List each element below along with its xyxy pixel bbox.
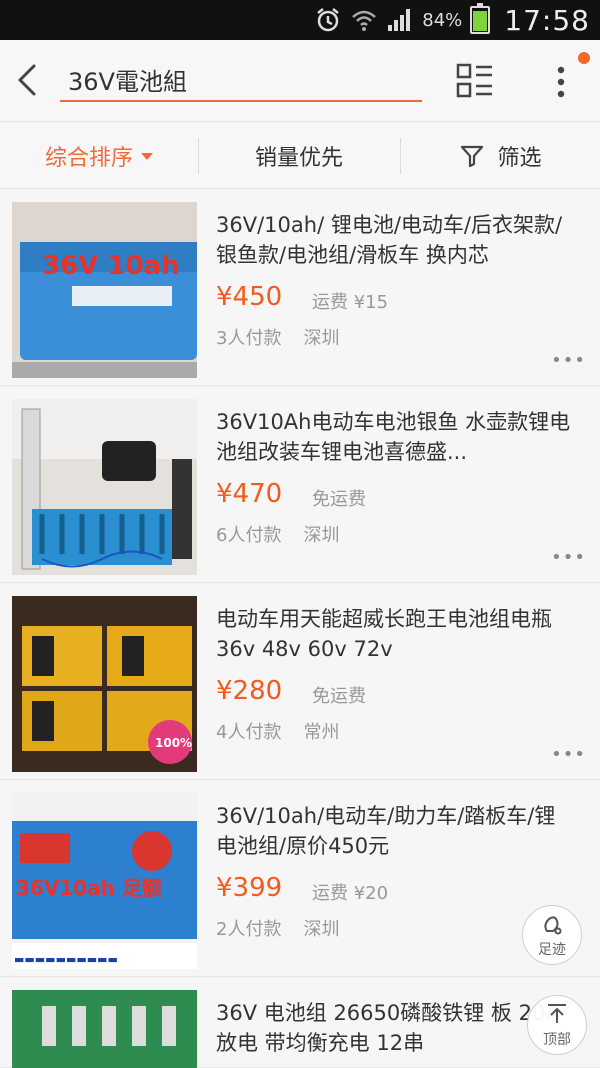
seller-city: 深圳	[303, 328, 340, 349]
product-title[interactable]: 36V 电池组 26650磷酸铁锂 板 20A放电 带均衡充电 12串	[216, 998, 576, 1058]
product-title[interactable]: 36V/10ah/ 锂电池/电动车/后衣架款/银鱼款/电池组/滑板车 换内芯	[216, 210, 576, 270]
more-menu-button[interactable]	[546, 60, 576, 104]
filter-icon	[461, 145, 484, 168]
product-meta: 3人付款 深圳	[216, 324, 339, 350]
list-view-toggle[interactable]	[456, 62, 496, 100]
product-card[interactable]: 36V 10ah 36V/10ah/ 锂电池/电动车/后衣架款/银鱼款/电池组/…	[0, 190, 600, 386]
product-meta: 4人付款 常州	[216, 718, 339, 744]
product-card[interactable]: 36V 电池组 26650磷酸铁锂 板 20A放电 带均衡充电 12串	[0, 978, 600, 1068]
clock: 17:58	[504, 3, 590, 37]
shipping-fee: 免运费	[312, 489, 366, 510]
top-label: 顶部	[543, 1032, 571, 1048]
product-thumbnail[interactable]	[12, 990, 197, 1068]
caret-down-icon	[141, 152, 153, 160]
product-card[interactable]: 100% 电动车用天能超威长跑王电池组电瓶 36v 48v 60v 72v ¥2…	[0, 584, 600, 780]
sort-bar: 综合排序 销量优先 筛选	[0, 123, 600, 189]
product-thumbnail[interactable]: 36V10ah 足额 ▬▬▬▬▬▬▬▬▬▬	[12, 793, 197, 969]
buyer-count: 4人付款	[216, 722, 282, 743]
product-thumbnail[interactable]: 36V 10ah	[12, 202, 197, 378]
buyer-count: 6人付款	[216, 525, 282, 546]
signal-icon	[386, 7, 414, 33]
battery-percent: 84%	[422, 9, 463, 31]
buyer-count: 2人付款	[216, 919, 282, 940]
tab-filter[interactable]: 筛选	[401, 123, 600, 189]
back-to-top-button[interactable]: 顶部	[527, 995, 587, 1055]
product-meta: 2人付款 深圳	[216, 915, 339, 941]
back-button[interactable]	[12, 60, 48, 100]
alarm-icon	[314, 7, 342, 33]
footprint-button[interactable]: 足迹	[522, 905, 582, 965]
seller-city: 深圳	[303, 525, 340, 546]
tab-sales-first[interactable]: 销量优先	[199, 123, 399, 189]
product-thumbnail[interactable]	[12, 399, 197, 575]
wifi-icon	[350, 7, 378, 33]
tab-sales-first-label: 销量优先	[254, 146, 343, 171]
tab-comprehensive-sort[interactable]: 综合排序	[0, 123, 198, 189]
seller-city: 深圳	[303, 919, 340, 940]
more-vertical-icon	[557, 66, 565, 98]
svg-text:▬▬▬▬▬▬▬▬▬▬: ▬▬▬▬▬▬▬▬▬▬	[14, 953, 118, 966]
product-card[interactable]: 36V10Ah电动车电池银鱼 水壶款锂电池组改装车锂电池喜德盛... ¥470 …	[0, 387, 600, 583]
product-price: ¥450	[216, 282, 283, 312]
search-input[interactable]	[60, 58, 422, 102]
chevron-left-icon	[18, 64, 36, 96]
product-thumbnail[interactable]: 100%	[12, 596, 197, 772]
product-card[interactable]: 36V10ah 足额 ▬▬▬▬▬▬▬▬▬▬ 36V/10ah/电动车/助力车/踏…	[0, 781, 600, 977]
product-price: ¥399	[216, 873, 283, 903]
shipping-fee: 运费 ¥15	[312, 292, 389, 313]
product-meta: 6人付款 深圳	[216, 521, 339, 547]
product-thumb-label: 100%	[155, 736, 192, 750]
more-dots-icon[interactable]: •••	[551, 744, 586, 765]
status-bar: 84% 17:58	[0, 0, 600, 40]
tab-comprehensive-sort-label: 综合排序	[44, 146, 133, 171]
more-dots-icon[interactable]: •••	[551, 547, 586, 568]
battery-icon	[470, 3, 491, 34]
notification-dot	[578, 52, 590, 64]
shipping-fee: 运费 ¥20	[312, 883, 389, 904]
seller-city: 常州	[303, 722, 340, 743]
footprint-label: 足迹	[538, 942, 566, 958]
product-title[interactable]: 36V10Ah电动车电池银鱼 水壶款锂电池组改装车锂电池喜德盛...	[216, 407, 576, 467]
shipping-fee: 免运费	[312, 686, 366, 707]
arrow-up-icon	[548, 1004, 566, 1023]
tab-filter-label: 筛选	[497, 146, 542, 171]
buyer-count: 3人付款	[216, 328, 282, 349]
product-price: ¥280	[216, 676, 283, 706]
product-price: ¥470	[216, 479, 283, 509]
product-thumb-label: 36V10ah 足额	[16, 876, 162, 900]
product-thumb-label: 36V 10ah	[42, 251, 180, 281]
product-title[interactable]: 36V/10ah/电动车/助力车/踏板车/锂电池组/原价450元	[216, 801, 576, 861]
footprint-icon	[544, 916, 562, 935]
more-dots-icon[interactable]: •••	[551, 350, 586, 371]
search-header	[0, 40, 600, 122]
product-title[interactable]: 电动车用天能超威长跑王电池组电瓶 36v 48v 60v 72v	[216, 604, 576, 664]
list-grid-icon	[456, 63, 492, 98]
